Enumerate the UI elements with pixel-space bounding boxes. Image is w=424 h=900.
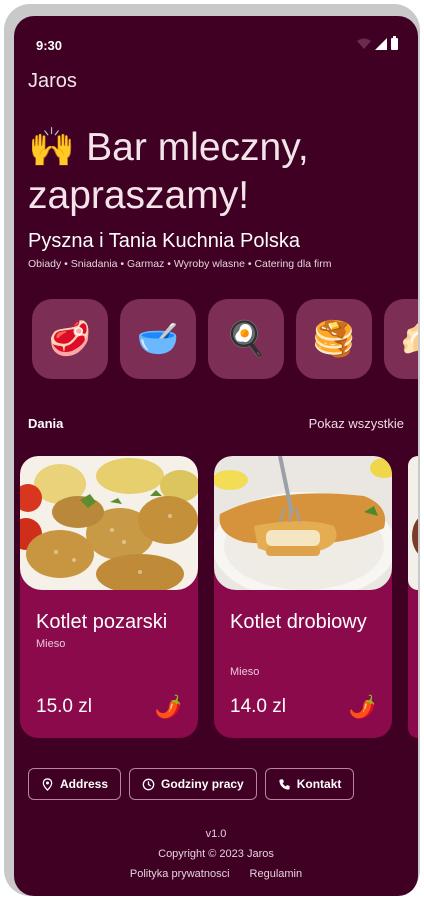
dish-image [20, 456, 198, 590]
hero-heading: 🙌 Bar mleczny, zapraszamy! [28, 124, 408, 220]
privacy-policy-link[interactable]: Polityka prywatnosci [130, 868, 230, 880]
chili-icon: 🌶️ [154, 694, 182, 719]
legal-links: Polityka prywatnosci Regulamin [14, 868, 418, 880]
address-label: Address [60, 777, 109, 791]
status-bar: 9:30 [14, 16, 418, 68]
dumpling-icon: 🥟 [401, 319, 418, 359]
pancakes-icon: 🥞 [312, 320, 356, 358]
app-screen: 9:30 Jaros 🙌 Bar mleczny, zapraszamy! Py… [14, 16, 418, 896]
copyright: Copyright © 2023 Jaros [158, 848, 274, 860]
contact-label: Kontakt [296, 777, 342, 791]
dishes-section-header: Dania Pokaz wszystkie [28, 416, 404, 431]
raised-hands-icon: 🙌 [28, 127, 76, 169]
category-dumplings[interactable]: 🥟 [384, 299, 418, 379]
action-buttons: Address Godziny pracy Kontakt [28, 768, 355, 800]
egg-pan-icon: 🍳 [224, 320, 268, 358]
dish-category: Mieso [230, 666, 260, 678]
hero-subtitle: Pyszna i Tania Kuchnia Polska [28, 230, 301, 252]
category-soup[interactable]: 🥣 [120, 299, 196, 379]
dish-category: Mieso [36, 638, 66, 650]
bowl-icon: 🥣 [136, 320, 180, 358]
device-frame: 9:30 Jaros 🙌 Bar mleczny, zapraszamy! Py… [4, 4, 420, 896]
see-all-link[interactable]: Pokaz wszystkie [309, 416, 404, 431]
status-time: 9:30 [36, 38, 63, 53]
dish-card[interactable]: Kotlet pozarski Mieso 15.0 zl 🌶️ [20, 456, 198, 738]
category-list: 🥩 🥣 🍳 🥞 🥟 [32, 299, 418, 379]
dish-name: Kotlet drobiowy [230, 611, 367, 633]
hero-tags: Obiady • Sniadania • Garmaz • Wyroby wla… [28, 258, 332, 270]
battery-icon [391, 36, 398, 50]
signal-icon [375, 38, 387, 50]
dish-carousel: Kotlet pozarski Mieso 15.0 zl 🌶️ Kotlet … [20, 456, 418, 738]
dish-name: Kotlet pozarski [36, 611, 168, 633]
wifi-icon [357, 38, 371, 49]
dish-price: 15.0 zl [36, 696, 92, 717]
dish-image [214, 456, 392, 590]
opening-hours-label: Godziny pracy [161, 777, 244, 791]
dish-price: 14.0 zl [230, 696, 286, 717]
app-title: Jaros [28, 70, 77, 92]
opening-hours-button[interactable]: Godziny pracy [129, 768, 257, 800]
clock-icon [142, 778, 155, 790]
contact-button[interactable]: Kontakt [264, 768, 355, 800]
dish-card[interactable]: Kotlet drobiowy Mieso 14.0 zl 🌶️ [214, 456, 392, 738]
dish-card-partial[interactable] [408, 456, 418, 738]
terms-link[interactable]: Regulamin [250, 868, 303, 880]
phone-icon [279, 778, 290, 790]
category-pancakes[interactable]: 🥞 [296, 299, 372, 379]
category-eggs[interactable]: 🍳 [208, 299, 284, 379]
status-icons [357, 36, 398, 50]
location-pin-icon [42, 777, 53, 791]
dish-image [408, 456, 418, 590]
app-version: v1.0 [205, 828, 227, 840]
chili-icon: 🌶️ [348, 694, 376, 719]
section-title: Dania [28, 416, 64, 431]
address-button[interactable]: Address [28, 768, 122, 800]
category-meat[interactable]: 🥩 [32, 299, 108, 379]
meat-icon: 🥩 [48, 320, 92, 358]
